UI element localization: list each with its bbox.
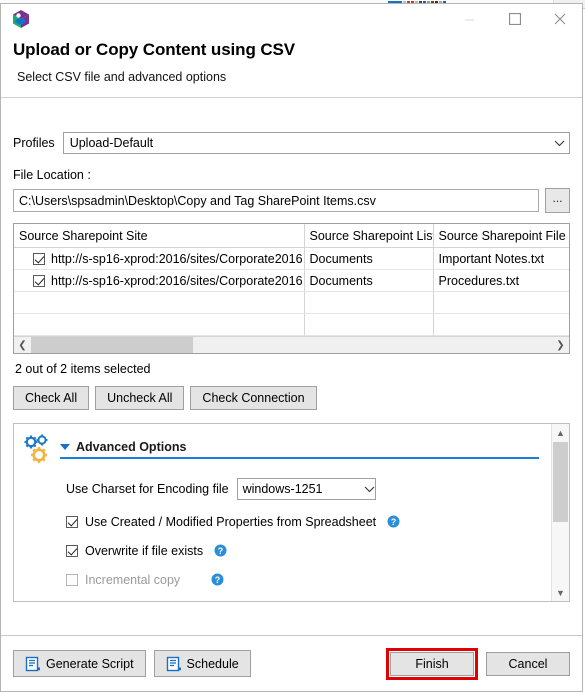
chevron-down-icon [549,140,569,147]
profiles-row: Profiles Upload-Default [13,132,570,154]
advanced-options-body: Use Charset for Encoding file windows-12… [14,466,551,587]
incremental-copy-checkbox [66,573,78,586]
option-row-overwrite[interactable]: Overwrite if file exists ? [66,543,551,558]
scroll-thumb[interactable] [553,442,568,522]
help-icon[interactable]: ? [210,572,225,587]
cell-site: http://s-sp16-xprod:2016/sites/Corporate… [51,251,303,266]
finish-button[interactable]: Finish [390,651,474,676]
header-divider [1,97,582,98]
gears-icon [22,434,56,466]
file-location-label: File Location : [13,168,91,182]
selection-status: 2 out of 2 items selected [15,362,151,376]
page-title: Upload or Copy Content using CSV [13,40,296,59]
advanced-options-content: Advanced Options Use Charset for Encodin… [14,424,551,601]
table-row[interactable]: http://s-sp16-xprod:2016/sites/Corporate… [14,269,569,292]
script-document-icon [25,656,41,672]
footer-left-buttons: Generate Script Schedule [13,650,251,677]
column-header-file[interactable]: Source Sharepoint File [433,224,569,248]
profiles-label: Profiles [13,136,55,150]
scroll-down-icon[interactable]: ▼ [552,584,569,601]
grid-action-buttons: Check All Uncheck All Check Connection [13,386,570,410]
charset-row: Use Charset for Encoding file windows-12… [66,478,551,500]
option-row-incremental: Incremental copy ? [66,572,551,587]
advanced-options-title: Advanced Options [76,440,187,454]
charset-select[interactable]: windows-1251 [236,478,376,500]
cell-list: Documents [304,269,434,292]
use-created-modified-label: Use Created / Modified Properties from S… [85,514,377,529]
file-location-input[interactable]: C:\Users\spsadmin\Desktop\Copy and Tag S… [13,189,539,212]
uncheck-all-button[interactable]: Uncheck All [95,386,185,410]
dialog-footer: Generate Script Schedule Finish Cancel [1,635,582,691]
dialog-body: Profiles Upload-Default File Location : … [1,112,582,635]
window-controls [447,4,582,34]
table-row[interactable] [14,313,569,336]
scroll-right-icon[interactable]: ❯ [552,337,569,353]
close-button[interactable] [537,4,582,34]
generate-script-label: Generate Script [46,656,134,671]
minimize-button[interactable] [447,4,492,34]
profiles-selected-value: Upload-Default [69,136,154,150]
column-header-list[interactable]: Source Sharepoint List [304,224,434,248]
scroll-thumb[interactable] [31,337,193,353]
page-subtitle: Select CSV file and advanced options [17,70,227,84]
charset-label: Use Charset for Encoding file [66,482,229,496]
schedule-button[interactable]: Schedule [153,650,251,677]
help-icon[interactable]: ? [213,543,228,558]
help-icon[interactable]: ? [386,514,401,529]
grid-horizontal-scrollbar[interactable]: ❮ ❯ [14,336,569,353]
dialog-window: Upload or Copy Content using CSV Select … [0,3,583,692]
schedule-label: Schedule [186,656,239,671]
advanced-options-panel: Advanced Options Use Charset for Encodin… [13,423,570,602]
svg-text:?: ? [391,517,397,527]
grid-header-row: Source Sharepoint Site Source Sharepoint… [14,224,569,248]
cancel-button[interactable]: Cancel [486,651,570,676]
scroll-up-icon[interactable]: ▲ [552,424,569,441]
table-row[interactable]: http://s-sp16-xprod:2016/sites/Corporate… [14,247,569,270]
use-created-modified-checkbox[interactable] [66,515,78,528]
check-connection-button[interactable]: Check Connection [190,386,317,410]
cell-file: Important Notes.txt [433,247,569,270]
check-all-button[interactable]: Check All [13,386,90,410]
cell-site: http://s-sp16-xprod:2016/sites/Corporate… [51,273,303,288]
row-checkbox[interactable] [33,252,45,265]
svg-text:?: ? [218,546,224,556]
dialog-header: Upload or Copy Content using CSV Select … [1,36,582,112]
advanced-options-underline [60,457,539,459]
svg-text:?: ? [215,575,221,585]
option-row-created-modified[interactable]: Use Created / Modified Properties from S… [66,514,551,529]
maximize-button[interactable] [492,4,537,34]
collapse-triangle-icon[interactable] [60,444,70,450]
overwrite-if-exists-label: Overwrite if file exists [85,543,204,558]
chevron-down-icon [364,482,375,496]
advanced-options-vertical-scrollbar[interactable]: ▲ ▼ [551,424,569,601]
title-bar [1,4,582,36]
browse-button[interactable]: ... [545,188,570,213]
footer-right-buttons: Finish Cancel [386,647,570,680]
table-row[interactable] [14,291,569,314]
cell-list: Documents [304,247,434,270]
scroll-track[interactable] [31,337,552,353]
script-document-icon [166,656,182,672]
source-items-grid: Source Sharepoint Site Source Sharepoint… [13,223,570,354]
cube-logo-icon [11,9,31,29]
file-location-row: C:\Users\spsadmin\Desktop\Copy and Tag S… [13,188,570,213]
column-header-site[interactable]: Source Sharepoint Site [14,224,305,248]
row-checkbox[interactable] [33,274,45,287]
scroll-left-icon[interactable]: ❮ [14,337,31,353]
advanced-options-header[interactable]: Advanced Options [14,424,551,466]
generate-script-button[interactable]: Generate Script [13,650,146,677]
incremental-copy-label: Incremental copy [85,572,181,587]
cell-file: Procedures.txt [433,269,569,292]
charset-selected-value: windows-1251 [242,482,323,496]
finish-button-highlight: Finish [386,647,478,680]
overwrite-if-exists-checkbox[interactable] [66,544,78,557]
profiles-select[interactable]: Upload-Default [62,132,570,154]
